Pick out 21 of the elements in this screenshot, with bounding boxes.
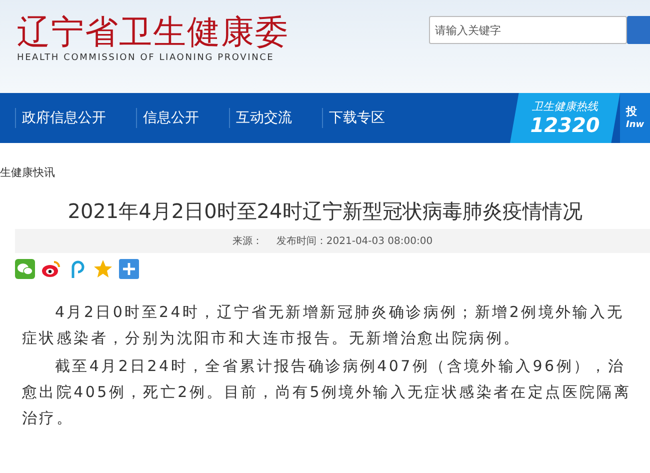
plus-icon[interactable] bbox=[119, 259, 139, 279]
article-paragraph: 4月2日0时至24时，辽宁省无新增新冠肺炎确诊病例；新增2例境外输入无症状感染者，分别为沈阳市和大连市报告。无新增治愈出院病例。 bbox=[22, 302, 626, 349]
chat-bubbles-icon[interactable] bbox=[15, 259, 35, 279]
hotline-label: 卫生健康热线 bbox=[532, 100, 598, 114]
nav-link[interactable]: 信息公开 bbox=[136, 108, 205, 128]
star-icon[interactable] bbox=[93, 259, 113, 279]
publish-time: 发布时间：2021-04-03 08:00:00 bbox=[276, 234, 433, 248]
nav-link[interactable]: 下载专区 bbox=[322, 108, 391, 128]
article-paragraph: 截至4月2日24时，全省累计报告确诊病例407例（含境外输入96例），治愈出院405例，死亡2例。目前，尚有5例境外输入无症状感染者在定点医院隔离治疗。 bbox=[22, 356, 632, 429]
site-subtitle: HEALTH COMMISSION OF LIAONING PROVINCE bbox=[17, 52, 276, 65]
submission-label: 投 bbox=[626, 105, 638, 119]
nav-link[interactable]: 互动交流 bbox=[229, 108, 298, 128]
submission-subtitle: Inw bbox=[626, 119, 646, 131]
source-label: 来源： bbox=[232, 234, 262, 248]
nav-link[interactable]: 政府信息公开 bbox=[15, 108, 112, 128]
eye-icon[interactable] bbox=[41, 259, 61, 279]
breadcrumb: 生健康快讯 bbox=[0, 166, 55, 179]
article-title: 2021年4月2日0时至24时辽宁新型冠状病毒肺炎疫情情况 bbox=[68, 198, 582, 225]
site-title: 辽宁省卫生健康委 bbox=[17, 12, 289, 52]
search-field[interactable]: 请输入关键字 bbox=[429, 16, 627, 44]
hotline-number: 12320 bbox=[530, 114, 600, 136]
